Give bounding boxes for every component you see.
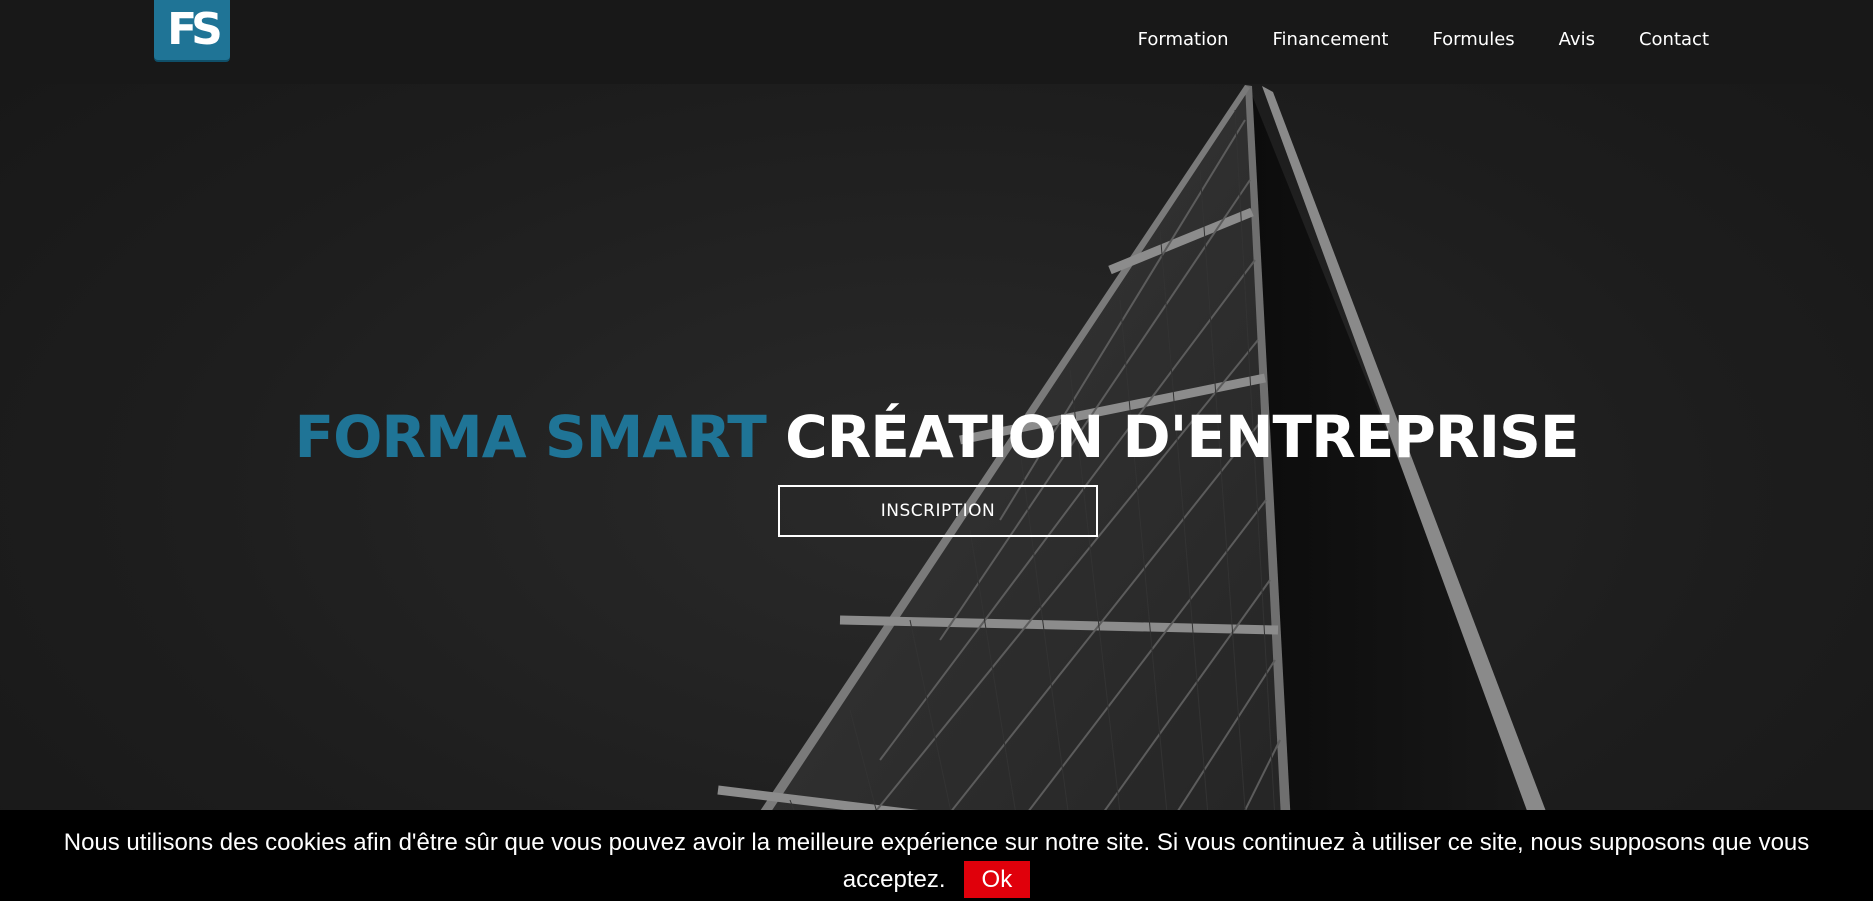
top-navbar: FS Formation Financement Formules Avis C… [0, 0, 1873, 84]
cookie-ok-button[interactable]: Ok [963, 861, 1031, 898]
nav-contact[interactable]: Contact [1617, 28, 1731, 52]
nav-formation[interactable]: Formation [1116, 28, 1251, 52]
cookie-banner: Nous utilisons des cookies afin d'être s… [0, 810, 1873, 901]
inscription-button[interactable]: INSCRIPTION [778, 485, 1098, 537]
hero-title-brand: FORMA SMART [294, 403, 766, 471]
logo[interactable]: FS [154, 0, 230, 60]
hero-title-rest: CRÉATION D'ENTREPRISE [785, 403, 1579, 471]
cookie-message: Nous utilisons des cookies afin d'être s… [0, 810, 1873, 898]
hero-title: FORMA SMART CRÉATION D'ENTREPRISE [0, 402, 1873, 472]
main-nav: Formation Financement Formules Avis Cont… [1116, 28, 1731, 52]
logo-text: FS [167, 4, 223, 55]
cookie-message-line1: Nous utilisons des cookies afin d'être s… [63, 829, 1810, 856]
cookie-message-line2: acceptez. [842, 866, 946, 893]
nav-formules[interactable]: Formules [1410, 28, 1536, 52]
nav-financement[interactable]: Financement [1251, 28, 1411, 52]
nav-avis[interactable]: Avis [1537, 28, 1617, 52]
